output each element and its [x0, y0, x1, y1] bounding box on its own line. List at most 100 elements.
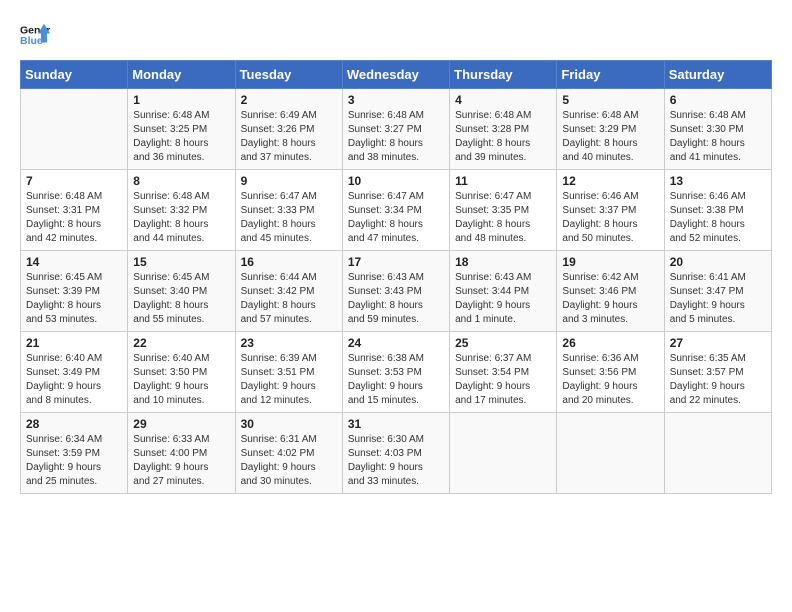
cell-info: Sunrise: 6:38 AMSunset: 3:53 PMDaylight:… — [348, 353, 424, 406]
calendar-cell: 21 Sunrise: 6:40 AMSunset: 3:49 PMDayligh… — [21, 332, 128, 413]
day-number: 7 — [26, 174, 122, 188]
calendar-cell: 25 Sunrise: 6:37 AMSunset: 3:54 PMDayligh… — [450, 332, 557, 413]
day-number: 4 — [455, 93, 551, 107]
calendar-cell: 27 Sunrise: 6:35 AMSunset: 3:57 PMDayligh… — [664, 332, 771, 413]
header-sunday: Sunday — [21, 61, 128, 89]
cell-info: Sunrise: 6:42 AMSunset: 3:46 PMDaylight:… — [562, 272, 638, 325]
cell-info: Sunrise: 6:34 AMSunset: 3:59 PMDaylight:… — [26, 434, 102, 487]
week-row-3: 14 Sunrise: 6:45 AMSunset: 3:39 PMDayligh… — [21, 251, 772, 332]
cell-info: Sunrise: 6:37 AMSunset: 3:54 PMDaylight:… — [455, 353, 531, 406]
logo-icon: General Blue — [20, 20, 50, 50]
week-row-4: 21 Sunrise: 6:40 AMSunset: 3:49 PMDayligh… — [21, 332, 772, 413]
calendar-cell: 4 Sunrise: 6:48 AMSunset: 3:28 PMDaylight… — [450, 89, 557, 170]
day-number: 25 — [455, 336, 551, 350]
calendar-cell: 7 Sunrise: 6:48 AMSunset: 3:31 PMDaylight… — [21, 170, 128, 251]
day-number: 10 — [348, 174, 444, 188]
day-number: 27 — [670, 336, 766, 350]
cell-info: Sunrise: 6:33 AMSunset: 4:00 PMDaylight:… — [133, 434, 209, 487]
cell-info: Sunrise: 6:40 AMSunset: 3:49 PMDaylight:… — [26, 353, 102, 406]
calendar-cell: 11 Sunrise: 6:47 AMSunset: 3:35 PMDayligh… — [450, 170, 557, 251]
header-monday: Monday — [128, 61, 235, 89]
calendar-cell — [450, 413, 557, 494]
header-wednesday: Wednesday — [342, 61, 449, 89]
cell-info: Sunrise: 6:45 AMSunset: 3:39 PMDaylight:… — [26, 272, 102, 325]
day-number: 20 — [670, 255, 766, 269]
header-friday: Friday — [557, 61, 664, 89]
calendar-cell — [21, 89, 128, 170]
day-number: 16 — [241, 255, 337, 269]
day-number: 26 — [562, 336, 658, 350]
calendar-cell: 2 Sunrise: 6:49 AMSunset: 3:26 PMDaylight… — [235, 89, 342, 170]
svg-text:Blue: Blue — [20, 35, 43, 47]
calendar-cell: 13Sunrise: 6:46 AMSunset: 3:38 PMDayligh… — [664, 170, 771, 251]
calendar-cell: 1Sunrise: 6:48 AMSunset: 3:25 PMDaylight… — [128, 89, 235, 170]
cell-info: Sunrise: 6:41 AMSunset: 3:47 PMDaylight:… — [670, 272, 746, 325]
day-number: 11 — [455, 174, 551, 188]
cell-info: Sunrise: 6:46 AMSunset: 3:38 PMDaylight:… — [670, 191, 746, 244]
calendar-cell: 24 Sunrise: 6:38 AMSunset: 3:53 PMDayligh… — [342, 332, 449, 413]
cell-info: Sunrise: 6:47 AMSunset: 3:33 PMDaylight:… — [241, 191, 317, 244]
cell-info: Sunrise: 6:40 AMSunset: 3:50 PMDaylight:… — [133, 353, 209, 406]
calendar-cell: 9 Sunrise: 6:47 AMSunset: 3:33 PMDaylight… — [235, 170, 342, 251]
cell-info: Sunrise: 6:30 AMSunset: 4:03 PMDaylight:… — [348, 434, 424, 487]
calendar-cell: 26 Sunrise: 6:36 AMSunset: 3:56 PMDayligh… — [557, 332, 664, 413]
day-number: 2 — [241, 93, 337, 107]
calendar-cell: 19Sunrise: 6:42 AMSunset: 3:46 PMDayligh… — [557, 251, 664, 332]
calendar-cell: 12 Sunrise: 6:46 AMSunset: 3:37 PMDayligh… — [557, 170, 664, 251]
cell-info: Sunrise: 6:44 AMSunset: 3:42 PMDaylight:… — [241, 272, 317, 325]
calendar-table: SundayMondayTuesdayWednesdayThursdayFrid… — [20, 60, 772, 494]
day-number: 12 — [562, 174, 658, 188]
header-row: SundayMondayTuesdayWednesdayThursdayFrid… — [21, 61, 772, 89]
cell-info: Sunrise: 6:48 AMSunset: 3:28 PMDaylight:… — [455, 110, 531, 163]
cell-info: Sunrise: 6:35 AMSunset: 3:57 PMDaylight:… — [670, 353, 746, 406]
day-number: 14 — [26, 255, 122, 269]
logo: General Blue — [20, 20, 54, 50]
calendar-cell — [557, 413, 664, 494]
calendar-cell: 18 Sunrise: 6:43 AMSunset: 3:44 PMDayligh… — [450, 251, 557, 332]
day-number: 8 — [133, 174, 229, 188]
day-number: 30 — [241, 417, 337, 431]
cell-info: Sunrise: 6:48 AMSunset: 3:32 PMDaylight:… — [133, 191, 209, 244]
calendar-cell: 29 Sunrise: 6:33 AMSunset: 4:00 PMDayligh… — [128, 413, 235, 494]
cell-info: Sunrise: 6:36 AMSunset: 3:56 PMDaylight:… — [562, 353, 638, 406]
header-saturday: Saturday — [664, 61, 771, 89]
cell-info: Sunrise: 6:31 AMSunset: 4:02 PMDaylight:… — [241, 434, 317, 487]
week-row-5: 28 Sunrise: 6:34 AMSunset: 3:59 PMDayligh… — [21, 413, 772, 494]
day-number: 9 — [241, 174, 337, 188]
calendar-cell: 31 Sunrise: 6:30 AMSunset: 4:03 PMDayligh… — [342, 413, 449, 494]
cell-info: Sunrise: 6:48 AMSunset: 3:31 PMDaylight:… — [26, 191, 102, 244]
calendar-cell: 23Sunrise: 6:39 AMSunset: 3:51 PMDayligh… — [235, 332, 342, 413]
calendar-cell: 6Sunrise: 6:48 AMSunset: 3:30 PMDaylight… — [664, 89, 771, 170]
day-number: 29 — [133, 417, 229, 431]
day-number: 17 — [348, 255, 444, 269]
cell-info: Sunrise: 6:48 AMSunset: 3:27 PMDaylight:… — [348, 110, 424, 163]
calendar-cell: 8 Sunrise: 6:48 AMSunset: 3:32 PMDaylight… — [128, 170, 235, 251]
day-number: 18 — [455, 255, 551, 269]
cell-info: Sunrise: 6:46 AMSunset: 3:37 PMDaylight:… — [562, 191, 638, 244]
cell-info: Sunrise: 6:45 AMSunset: 3:40 PMDaylight:… — [133, 272, 209, 325]
cell-info: Sunrise: 6:49 AMSunset: 3:26 PMDaylight:… — [241, 110, 317, 163]
day-number: 6 — [670, 93, 766, 107]
calendar-cell: 16 Sunrise: 6:44 AMSunset: 3:42 PMDayligh… — [235, 251, 342, 332]
day-number: 21 — [26, 336, 122, 350]
header-tuesday: Tuesday — [235, 61, 342, 89]
week-row-1: 1Sunrise: 6:48 AMSunset: 3:25 PMDaylight… — [21, 89, 772, 170]
cell-info: Sunrise: 6:43 AMSunset: 3:44 PMDaylight:… — [455, 272, 531, 325]
calendar-cell: 28 Sunrise: 6:34 AMSunset: 3:59 PMDayligh… — [21, 413, 128, 494]
day-number: 31 — [348, 417, 444, 431]
day-number: 24 — [348, 336, 444, 350]
cell-info: Sunrise: 6:39 AMSunset: 3:51 PMDaylight:… — [241, 353, 317, 406]
day-number: 15 — [133, 255, 229, 269]
cell-info: Sunrise: 6:47 AMSunset: 3:34 PMDaylight:… — [348, 191, 424, 244]
calendar-cell: 20 Sunrise: 6:41 AMSunset: 3:47 PMDayligh… — [664, 251, 771, 332]
cell-info: Sunrise: 6:47 AMSunset: 3:35 PMDaylight:… — [455, 191, 531, 244]
page-header: General Blue — [20, 20, 772, 50]
day-number: 28 — [26, 417, 122, 431]
day-number: 22 — [133, 336, 229, 350]
calendar-cell — [664, 413, 771, 494]
calendar-cell: 17Sunrise: 6:43 AMSunset: 3:43 PMDayligh… — [342, 251, 449, 332]
day-number: 5 — [562, 93, 658, 107]
calendar-cell: 10 Sunrise: 6:47 AMSunset: 3:34 PMDayligh… — [342, 170, 449, 251]
header-thursday: Thursday — [450, 61, 557, 89]
calendar-cell: 14 Sunrise: 6:45 AMSunset: 3:39 PMDayligh… — [21, 251, 128, 332]
